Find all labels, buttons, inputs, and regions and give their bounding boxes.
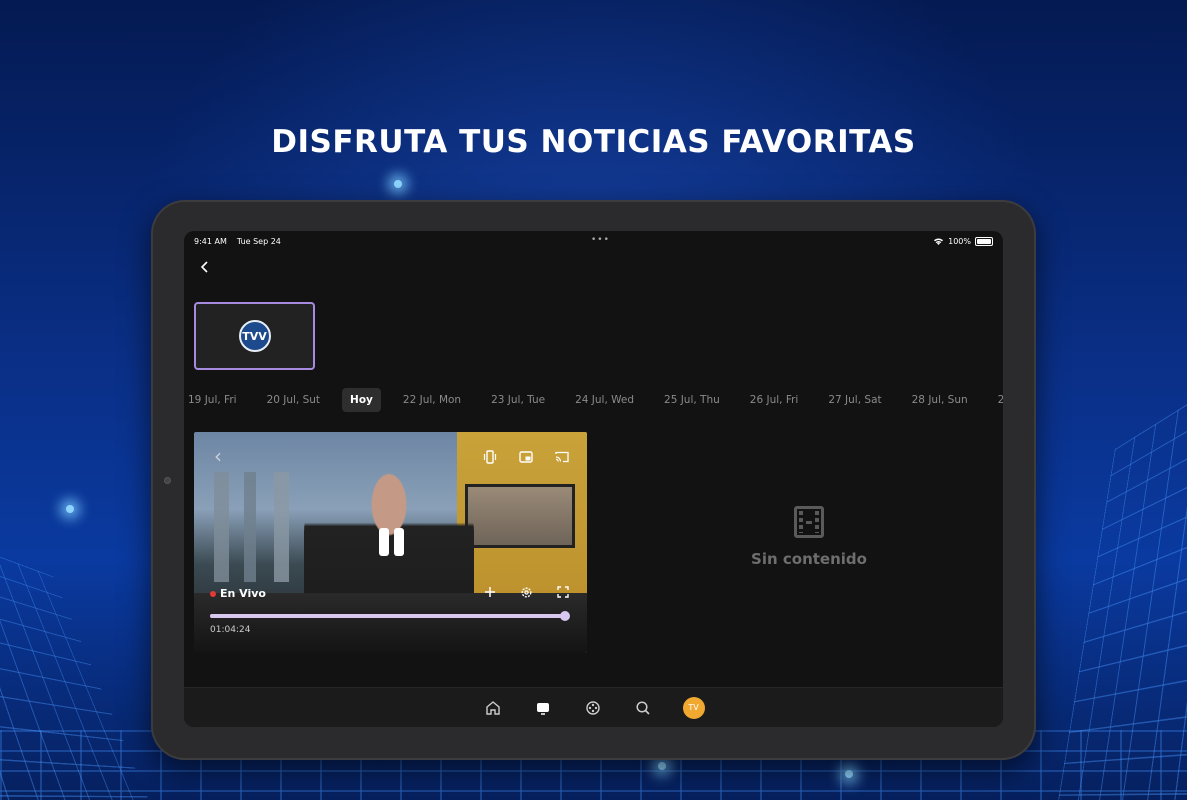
pip-icon[interactable] [519, 450, 533, 467]
live-indicator: En Vivo [210, 587, 266, 600]
date-item[interactable]: 22 Jul, Mon [395, 388, 469, 412]
search-icon[interactable] [633, 698, 653, 718]
elapsed-time: 01:04:24 [210, 625, 250, 635]
bottom-nav: TV [184, 687, 1003, 727]
wifi-icon [933, 237, 944, 246]
battery-percent: 100% [948, 237, 971, 246]
pause-bar [394, 528, 404, 556]
status-time: 9:41 AM [194, 237, 227, 246]
video-player[interactable]: ‹ En Vivo 01:04:24 [194, 432, 587, 653]
empty-state-text: Sin contenido [704, 550, 914, 568]
settings-gear-icon[interactable] [520, 586, 533, 602]
glow-dot [394, 180, 402, 188]
tv-icon[interactable] [533, 698, 553, 718]
player-top-controls [483, 450, 569, 467]
glow-dot [845, 770, 853, 778]
date-item[interactable]: 25 Jul, Thu [656, 388, 728, 412]
progress-bar[interactable] [210, 614, 569, 618]
app-screen: 9:41 AM Tue Sep 24 ••• 100% TVV 19 Jul, … [184, 231, 1003, 727]
date-item[interactable]: 29 July, Mon [990, 388, 1003, 412]
date-item[interactable]: 23 Jul, Tue [483, 388, 553, 412]
avatar[interactable]: TV [683, 697, 705, 719]
film-reel-icon[interactable] [583, 698, 603, 718]
date-item-today[interactable]: Hoy [342, 388, 381, 412]
glow-dot [658, 762, 666, 770]
headline: DISFRUTA TUS NOTICIAS FAVORITAS [0, 124, 1187, 160]
chevron-left-icon [200, 261, 210, 273]
back-button[interactable] [200, 257, 210, 278]
live-dot-icon [210, 591, 216, 597]
player-bottom-controls [484, 586, 569, 602]
cast-icon[interactable] [555, 450, 569, 467]
date-item[interactable]: 26 Jul, Fri [742, 388, 807, 412]
status-right: 100% [933, 237, 993, 246]
date-item[interactable]: 28 Jul, Sun [904, 388, 976, 412]
progress-fill [210, 614, 565, 618]
film-icon [794, 506, 824, 538]
status-date: Tue Sep 24 [237, 237, 281, 246]
empty-state: Sin contenido [704, 506, 914, 568]
camera [164, 477, 171, 484]
chevron-left-icon[interactable]: ‹ [214, 444, 222, 468]
video-studio-screen [465, 484, 575, 548]
date-item[interactable]: 27 Jul, Sat [820, 388, 889, 412]
live-label: En Vivo [220, 587, 266, 600]
date-item[interactable]: 20 Jul, Sut [259, 388, 328, 412]
glow-dot [66, 505, 74, 513]
date-selector: 19 Jul, Fri 20 Jul, Sut Hoy 22 Jul, Mon 23 J… [184, 385, 1003, 415]
add-icon[interactable] [484, 586, 496, 602]
video-desk [194, 593, 587, 653]
channel-card[interactable]: TVV [194, 302, 315, 370]
multitask-dots-icon[interactable]: ••• [591, 235, 610, 245]
vibrate-icon[interactable] [483, 450, 497, 467]
channel-logo: TVV [239, 320, 271, 352]
home-icon[interactable] [483, 698, 503, 718]
status-bar: 9:41 AM Tue Sep 24 ••• 100% [194, 235, 993, 247]
pause-button[interactable] [376, 528, 406, 556]
battery-icon [975, 237, 993, 246]
pause-bar [379, 528, 389, 556]
date-item[interactable]: 19 Jul, Fri [184, 388, 245, 412]
fullscreen-icon[interactable] [557, 586, 569, 602]
date-item[interactable]: 24 Jul, Wed [567, 388, 642, 412]
tablet-frame: 9:41 AM Tue Sep 24 ••• 100% TVV 19 Jul, … [151, 200, 1036, 760]
